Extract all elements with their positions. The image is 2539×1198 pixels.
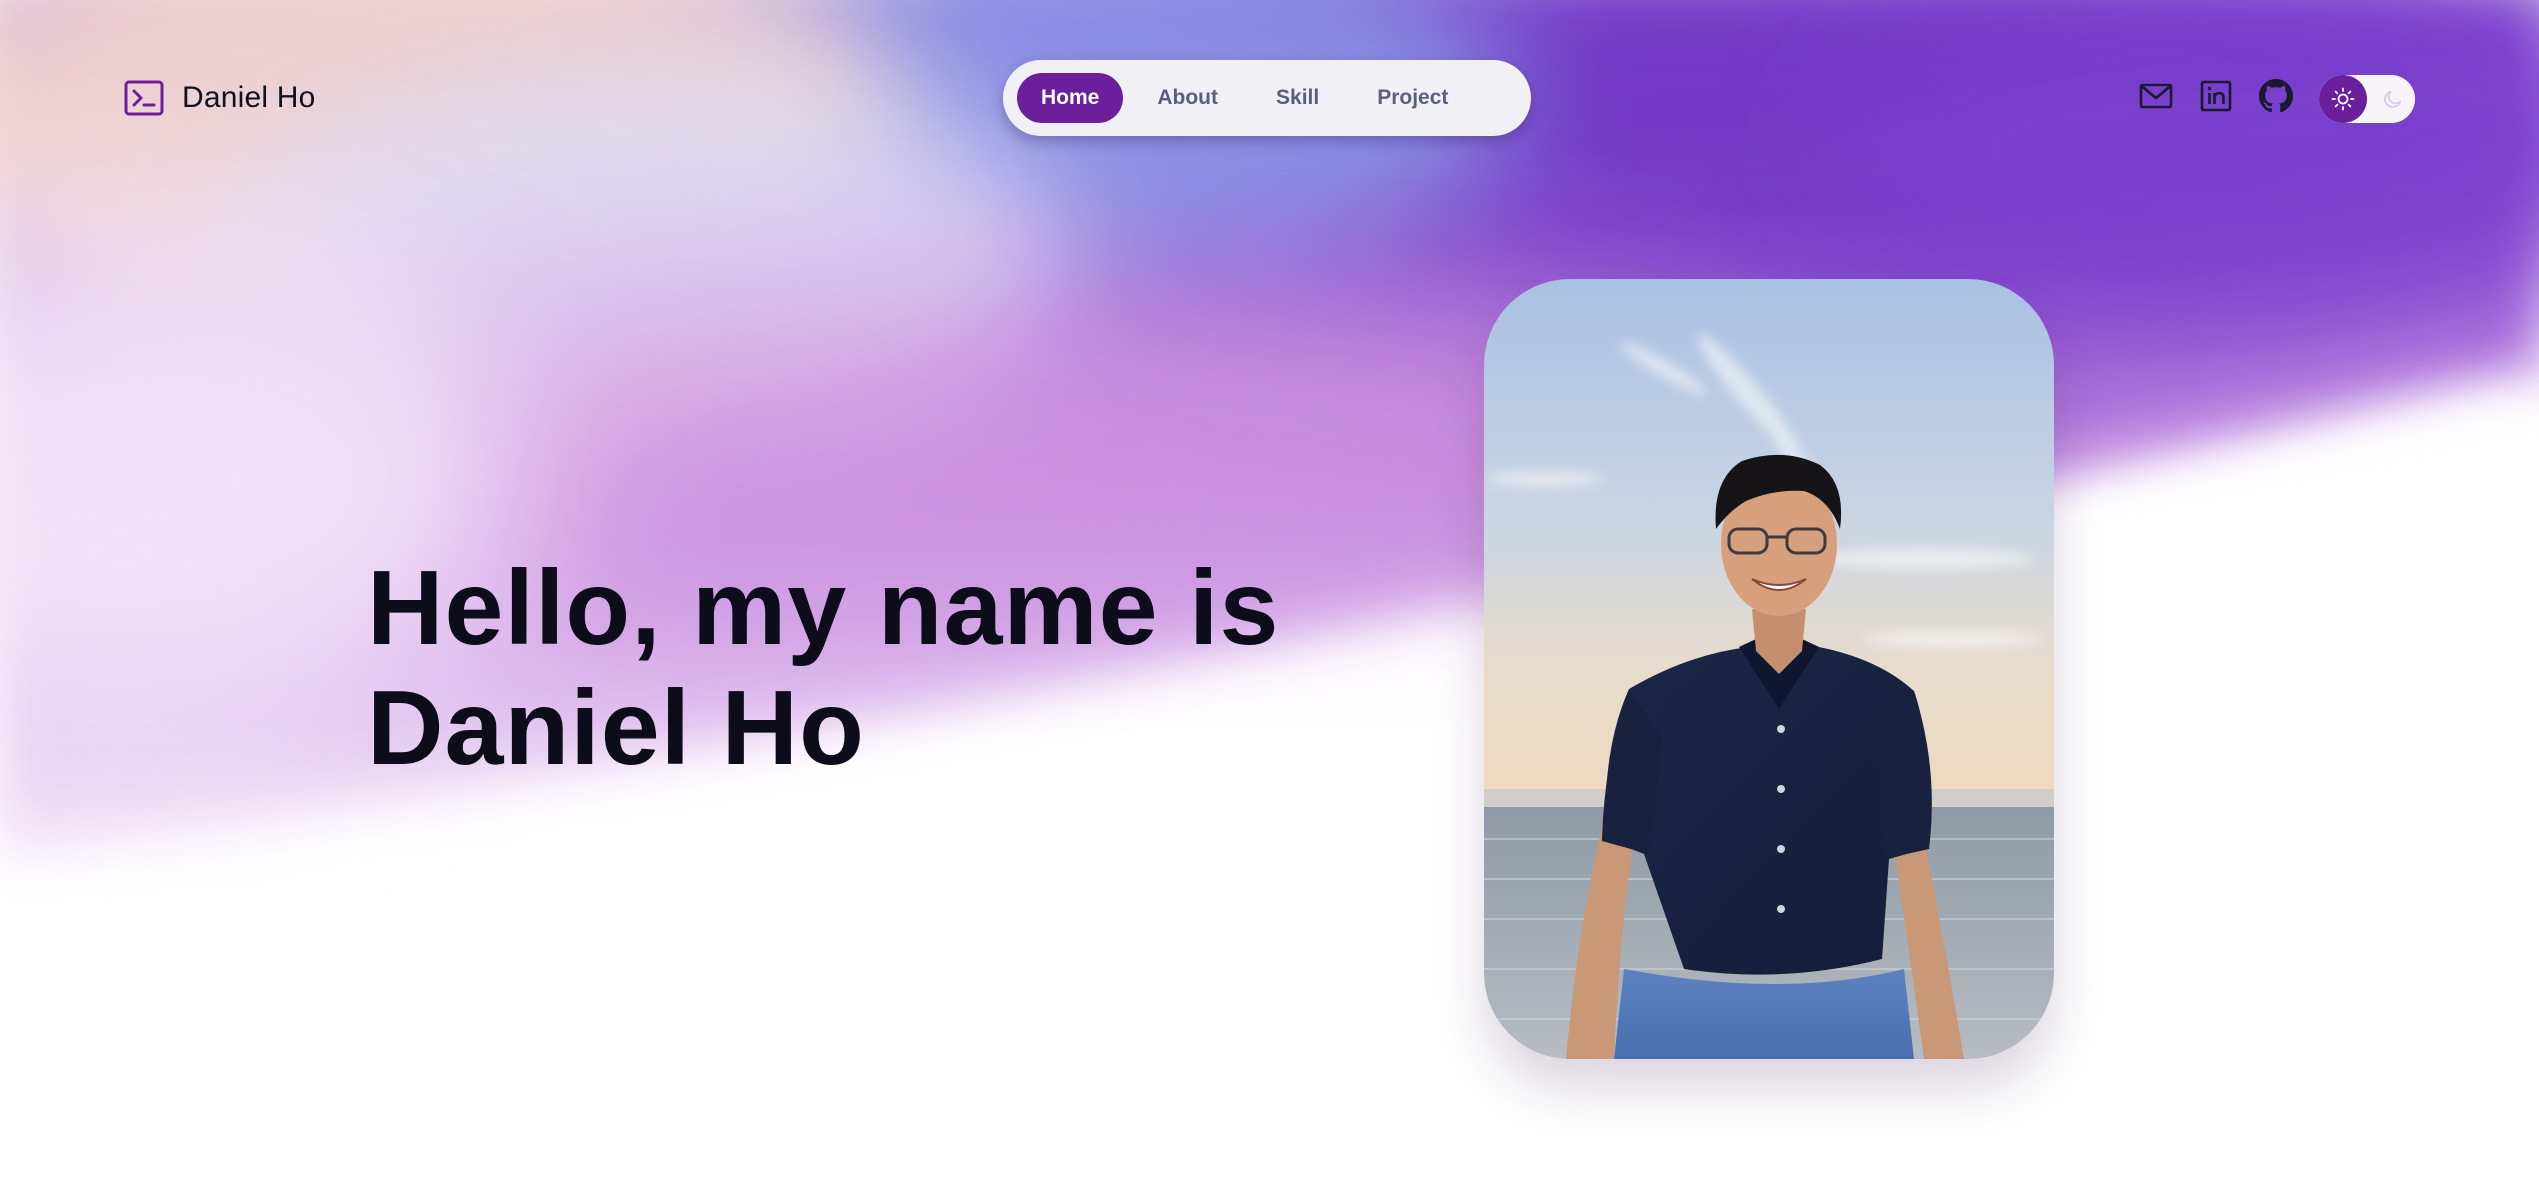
portfolio-page: Daniel Ho Home About Skill Project Hello… xyxy=(0,0,2539,1198)
logo-name: Daniel Ho xyxy=(182,81,316,114)
nav-item-project[interactable]: Project xyxy=(1353,73,1472,123)
profile-photo xyxy=(1484,279,2054,1059)
theme-toggle[interactable] xyxy=(2319,75,2415,123)
mail-icon[interactable] xyxy=(2138,78,2174,114)
nav-item-about[interactable]: About xyxy=(1133,73,1242,123)
nav-item-home[interactable]: Home xyxy=(1017,73,1124,123)
site-header: Daniel Ho Home About Skill Project xyxy=(0,0,2539,200)
logo-link[interactable]: Daniel Ho xyxy=(124,80,316,116)
nav-item-skill[interactable]: Skill xyxy=(1252,73,1343,123)
hero-heading-line1: Hello, my name is xyxy=(367,549,1280,667)
moon-icon xyxy=(2381,87,2405,111)
hero-heading-line2: Daniel Ho xyxy=(367,669,865,787)
github-icon[interactable] xyxy=(2258,78,2294,114)
linkedin-icon[interactable] xyxy=(2198,78,2234,114)
social-links xyxy=(2138,78,2294,114)
sun-icon xyxy=(2319,75,2367,123)
hero-heading: Hello, my name is Daniel Ho xyxy=(367,548,1279,788)
main-nav: Home About Skill Project xyxy=(1003,60,1531,136)
terminal-icon xyxy=(124,80,164,116)
